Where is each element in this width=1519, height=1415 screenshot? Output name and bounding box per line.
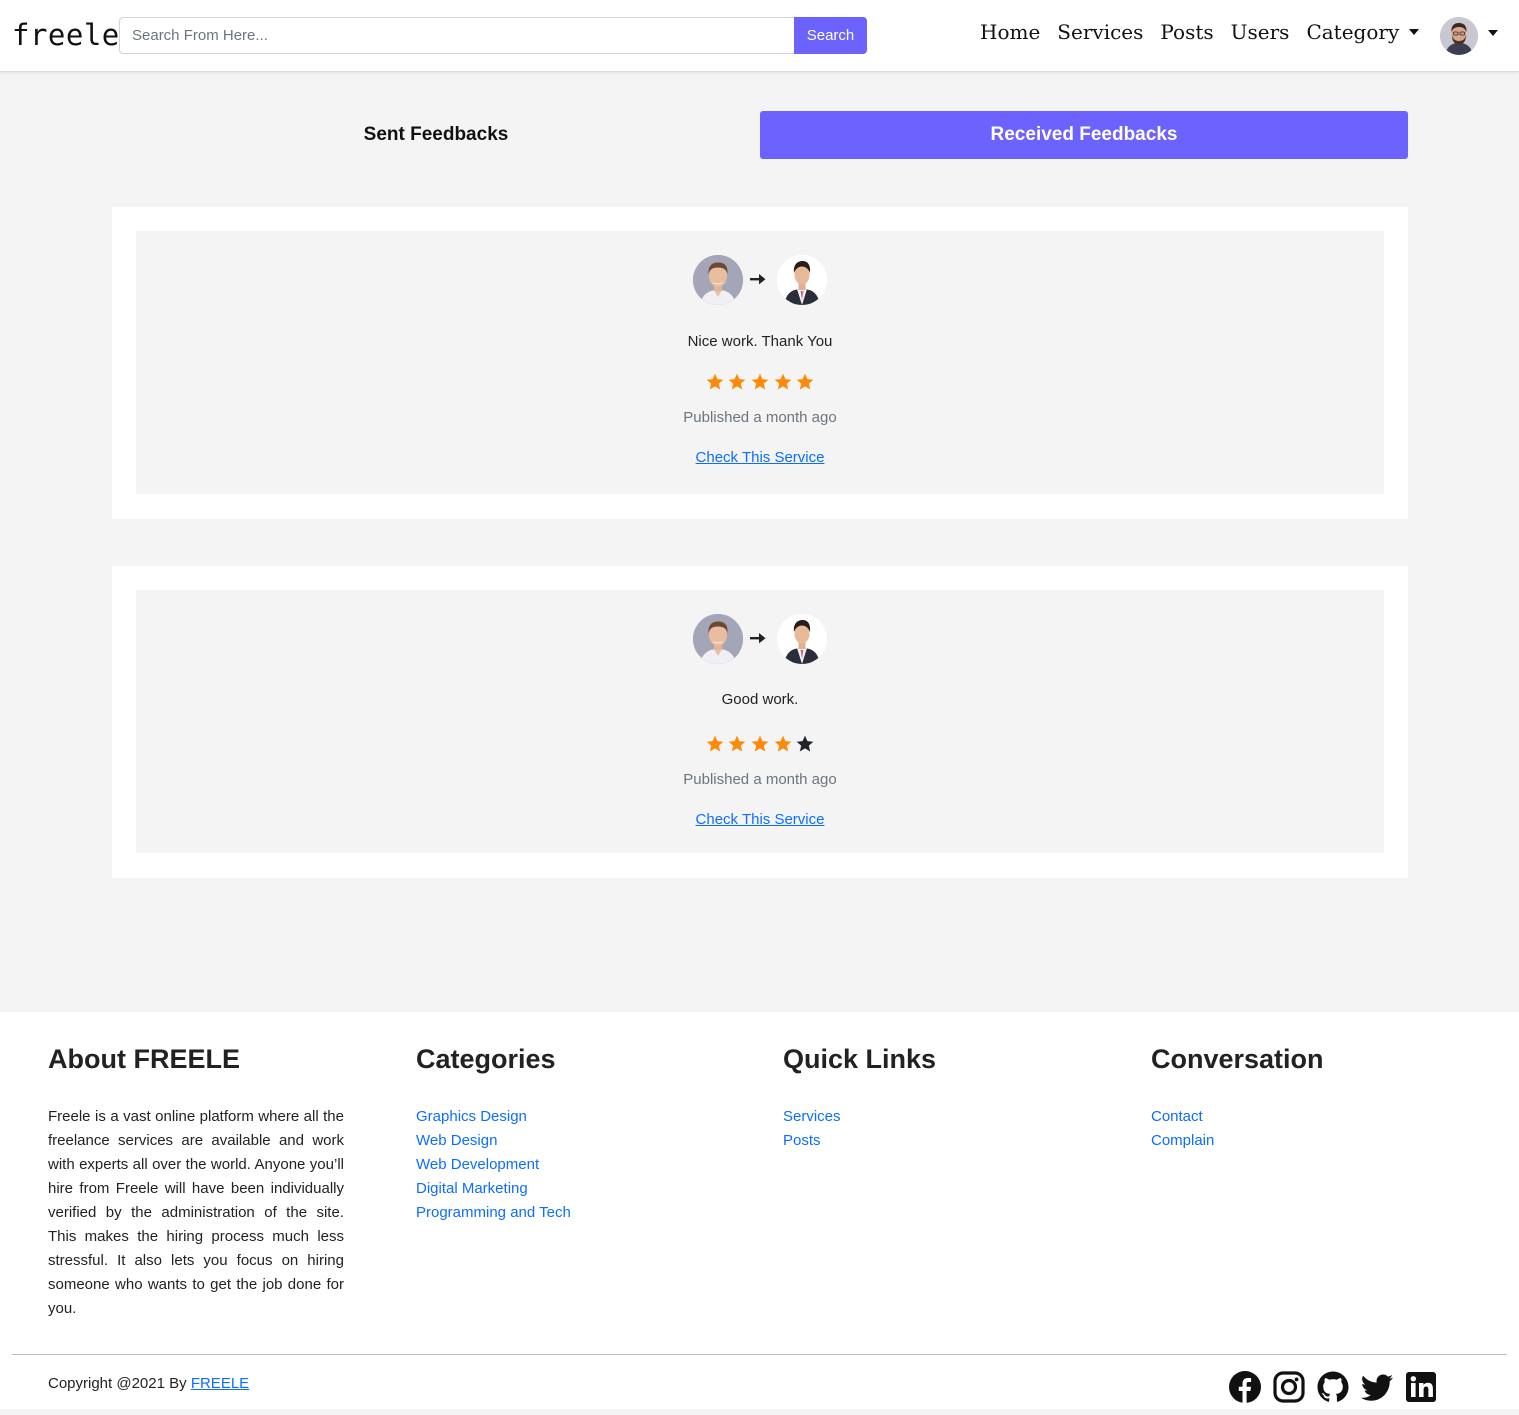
footer-about-text: Freele is a vast online platform where a…: [48, 1108, 344, 1317]
user-avatar[interactable]: [1440, 17, 1478, 55]
linkedin-icon[interactable]: [1404, 1370, 1438, 1404]
footer-link-services[interactable]: Services: [783, 1105, 936, 1129]
footer-about-title: About FREELE: [48, 1044, 240, 1074]
footer-quick-links-list: Services Posts: [783, 1105, 936, 1153]
user-menu-chevron-down-icon[interactable]: [1488, 30, 1498, 36]
feedback-card-body: Nice work. Thank You Published a month a…: [136, 231, 1384, 494]
nav-link-users[interactable]: Users: [1231, 20, 1290, 44]
facebook-icon[interactable]: [1228, 1370, 1262, 1404]
copyright: Copyright @2021 By FREELE: [48, 1375, 249, 1392]
feedback-comment: Good work.: [721, 691, 799, 708]
copyright-text: Copyright @2021 By: [48, 1375, 191, 1392]
star-filled-icon: [774, 373, 791, 390]
receiver-avatar: [777, 255, 827, 305]
footer-quick-links-title: Quick Links: [783, 1044, 937, 1074]
footer-about: About FREELE Freele is a vast online pla…: [48, 1044, 344, 1321]
receiver-avatar: [777, 614, 827, 664]
footer-link-posts[interactable]: Posts: [783, 1129, 936, 1153]
feedback-participants: [693, 255, 827, 305]
twitter-icon[interactable]: [1360, 1370, 1394, 1404]
rating-stars: [136, 372, 1384, 392]
footer-link-graphics-design[interactable]: Graphics Design: [416, 1105, 571, 1129]
search-bar: Search: [119, 17, 867, 54]
tab-received-feedbacks[interactable]: Received Feedbacks: [760, 111, 1408, 159]
footer-conversation-title: Conversation: [1151, 1044, 1324, 1074]
chevron-down-icon: [1409, 28, 1420, 35]
check-service-link-row: Check This Service: [136, 811, 1384, 828]
tab-sent-feedbacks[interactable]: Sent Feedbacks: [112, 111, 760, 159]
footer-categories: Categories Graphics Design Web Design We…: [416, 1044, 571, 1225]
nav-link-home[interactable]: Home: [980, 20, 1040, 44]
social-links: [1228, 1370, 1438, 1404]
nav-category-dropdown[interactable]: Category: [1306, 20, 1420, 44]
search-input[interactable]: [119, 17, 794, 54]
footer-divider: [12, 1354, 1507, 1355]
arrow-right-icon: [750, 274, 766, 285]
feedback-card-body: Good work. Published a month ago Check T…: [136, 590, 1384, 853]
search-button[interactable]: Search: [794, 17, 867, 54]
instagram-icon[interactable]: [1272, 1370, 1306, 1404]
copyright-brand-link[interactable]: FREELE: [191, 1375, 249, 1392]
arrow-right-icon: [750, 633, 766, 644]
feedback-comment: Nice work. Thank You: [687, 333, 833, 350]
footer-link-contact[interactable]: Contact: [1151, 1105, 1324, 1129]
github-icon[interactable]: [1316, 1370, 1350, 1404]
star-filled-icon: [751, 373, 769, 390]
check-service-link[interactable]: Check This Service: [696, 811, 825, 828]
navbar: freele Search Home Services Posts Users …: [0, 0, 1519, 72]
star-filled-icon: [796, 373, 814, 390]
check-service-link[interactable]: Check This Service: [696, 449, 825, 466]
nav-link-services[interactable]: Services: [1057, 20, 1143, 44]
brand-logo[interactable]: freele: [12, 18, 120, 52]
footer-conversation-list: Contact Complain: [1151, 1105, 1324, 1153]
footer-link-web-development[interactable]: Web Development: [416, 1153, 571, 1177]
footer-link-complain[interactable]: Complain: [1151, 1129, 1324, 1153]
feedback-participants: [693, 614, 827, 664]
feedback-card: Good work. Published a month ago Check T…: [112, 566, 1408, 878]
star-filled-icon: [706, 373, 724, 390]
star-filled-icon: [729, 735, 746, 752]
footer-quick-links: Quick Links Services Posts: [783, 1044, 936, 1153]
feedback-card: Nice work. Thank You Published a month a…: [112, 207, 1408, 519]
nav-link-posts[interactable]: Posts: [1160, 20, 1213, 44]
star-filled-icon: [706, 735, 724, 752]
star-filled-icon: [751, 735, 769, 752]
star-empty-icon: [796, 735, 814, 752]
nav-links: Home Services Posts Users Category: [980, 20, 1436, 44]
footer-link-web-design[interactable]: Web Design: [416, 1129, 571, 1153]
bottom-strip: [0, 1409, 1519, 1415]
footer-categories-title: Categories: [416, 1044, 556, 1074]
footer-conversation: Conversation Contact Complain: [1151, 1044, 1324, 1153]
footer-link-digital-marketing[interactable]: Digital Marketing: [416, 1177, 571, 1201]
footer-categories-list: Graphics Design Web Design Web Developme…: [416, 1105, 571, 1225]
footer: About FREELE Freele is a vast online pla…: [0, 1012, 1519, 1415]
sender-avatar: [693, 255, 743, 305]
star-filled-icon: [774, 735, 791, 752]
published-time: Published a month ago: [683, 771, 837, 788]
published-time: Published a month ago: [683, 409, 837, 426]
star-filled-icon: [729, 373, 746, 390]
nav-category-label: Category: [1306, 20, 1400, 44]
rating-stars: [136, 734, 1384, 754]
check-service-link-row: Check This Service: [136, 449, 1384, 466]
footer-link-programming-tech[interactable]: Programming and Tech: [416, 1201, 571, 1225]
sender-avatar: [693, 614, 743, 664]
